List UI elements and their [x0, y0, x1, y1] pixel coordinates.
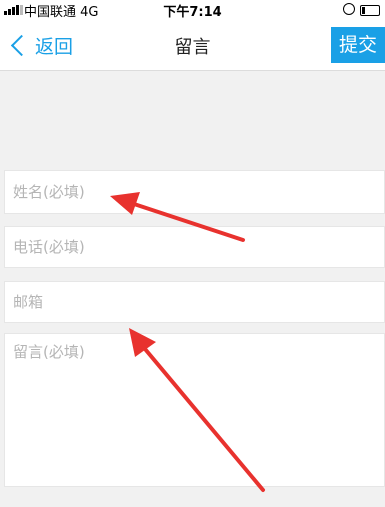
- phone-placeholder: 电话(必填): [13, 238, 85, 256]
- name-field[interactable]: 姓名(必填): [4, 170, 385, 214]
- submit-button[interactable]: 提交: [331, 27, 385, 63]
- page-title: 留言: [174, 37, 211, 58]
- message-field[interactable]: 留言(必填): [4, 333, 385, 487]
- email-field[interactable]: 邮箱: [4, 281, 385, 323]
- battery-icon: [360, 5, 380, 16]
- status-time: 下午7:14: [163, 5, 222, 20]
- status-bar: 中国联通 4G 下午7:14: [0, 0, 385, 20]
- orientation-lock-icon: [343, 3, 355, 15]
- nav-bar: 返回 留言 提交: [0, 20, 385, 71]
- email-placeholder: 邮箱: [13, 293, 44, 311]
- message-placeholder: 留言(必填): [13, 343, 85, 361]
- name-placeholder: 姓名(必填): [13, 183, 85, 201]
- phone-field[interactable]: 电话(必填): [4, 226, 385, 268]
